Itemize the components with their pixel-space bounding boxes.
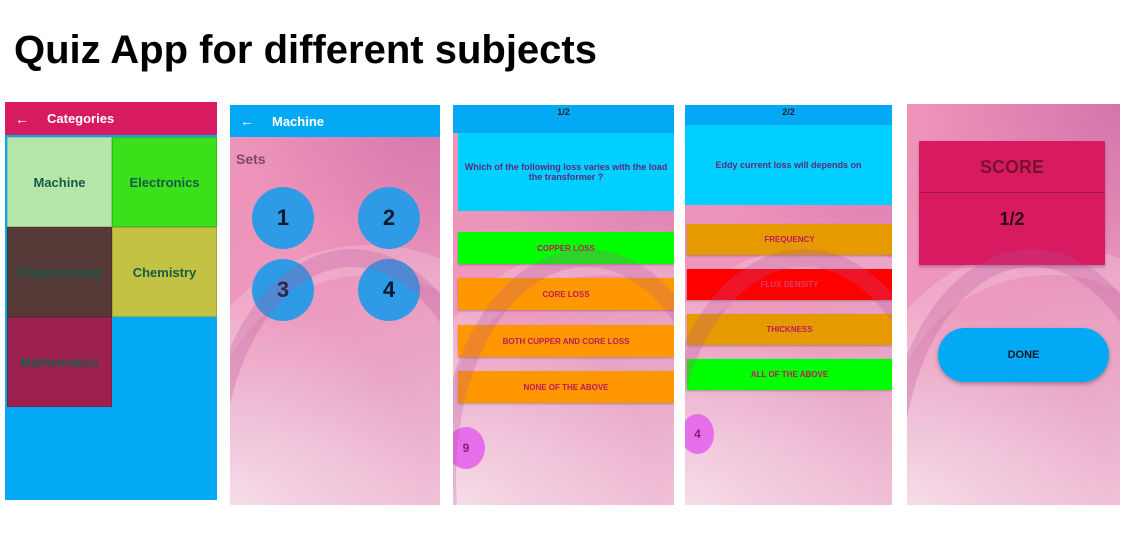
sets-screen: ← Machine Sets 1 2 3 4 <box>230 105 440 505</box>
set-button-1[interactable]: 1 <box>252 187 314 249</box>
category-label: Machine <box>33 174 86 190</box>
category-chemistry[interactable]: Chemistry <box>112 227 217 317</box>
done-button[interactable]: DONE <box>938 328 1109 382</box>
category-label: Mathematics <box>20 354 99 370</box>
set-button-4[interactable]: 4 <box>358 259 420 321</box>
option-frequency[interactable]: FREQUENCY <box>687 224 892 255</box>
arrow-left-icon[interactable]: ← <box>15 111 35 127</box>
score-title: SCORE <box>979 157 1044 177</box>
score-value: 1/2 <box>999 209 1025 229</box>
category-programming[interactable]: Programming <box>7 227 112 317</box>
category-label: Programming <box>17 264 102 280</box>
option-flux-density[interactable]: FLUX DENSITY <box>687 269 892 300</box>
timer-badge: 4 <box>685 414 714 454</box>
category-machine[interactable]: Machine <box>7 137 112 227</box>
set-button-2[interactable]: 2 <box>358 187 420 249</box>
timer-badge: 9 <box>453 427 485 469</box>
category-label: Chemistry <box>132 264 197 280</box>
arrow-left-icon[interactable]: ← <box>240 113 260 129</box>
option-core-loss[interactable]: CORE LOSS <box>458 278 674 310</box>
category-electronics[interactable]: Electronics <box>112 137 217 227</box>
question-text: Which of the following loss varies with … <box>458 133 674 211</box>
option-none[interactable]: NONE OF THE ABOVE <box>458 371 674 403</box>
question-counter: 2/2 <box>685 105 892 125</box>
score-divider <box>919 192 1105 193</box>
sets-label: Sets <box>236 151 266 167</box>
option-all-of-the-above[interactable]: ALL OF THE ABOVE <box>687 359 892 390</box>
sets-screen-title: Machine <box>272 113 325 129</box>
category-mathematics[interactable]: Mathematics <box>7 317 112 407</box>
category-label: Electronics <box>129 174 200 190</box>
question-screen-1: 1/2 Which of the following loss varies w… <box>453 105 674 505</box>
question-text: Eddy current loss will depends on <box>685 125 892 205</box>
option-thickness[interactable]: THICKNESS <box>687 314 892 345</box>
sets-app-bar: ← Machine <box>230 105 440 137</box>
option-copper-loss[interactable]: COPPER LOSS <box>458 232 674 264</box>
question-screen-2: 2/2 Eddy current loss will depends on FR… <box>685 105 892 505</box>
page-title: Quiz App for different subjects <box>14 28 597 72</box>
option-both-loss[interactable]: BOTH CUPPER AND CORE LOSS <box>458 325 674 357</box>
score-card: SCORE 1/2 <box>919 141 1105 265</box>
set-button-3[interactable]: 3 <box>252 259 314 321</box>
categories-screen: ← Categories Machine Electronics Program… <box>5 102 217 500</box>
score-screen: SCORE 1/2 DONE <box>907 104 1120 505</box>
question-counter: 1/2 <box>453 105 674 133</box>
categories-app-bar: ← Categories <box>5 102 217 135</box>
categories-title: Categories <box>47 111 115 126</box>
